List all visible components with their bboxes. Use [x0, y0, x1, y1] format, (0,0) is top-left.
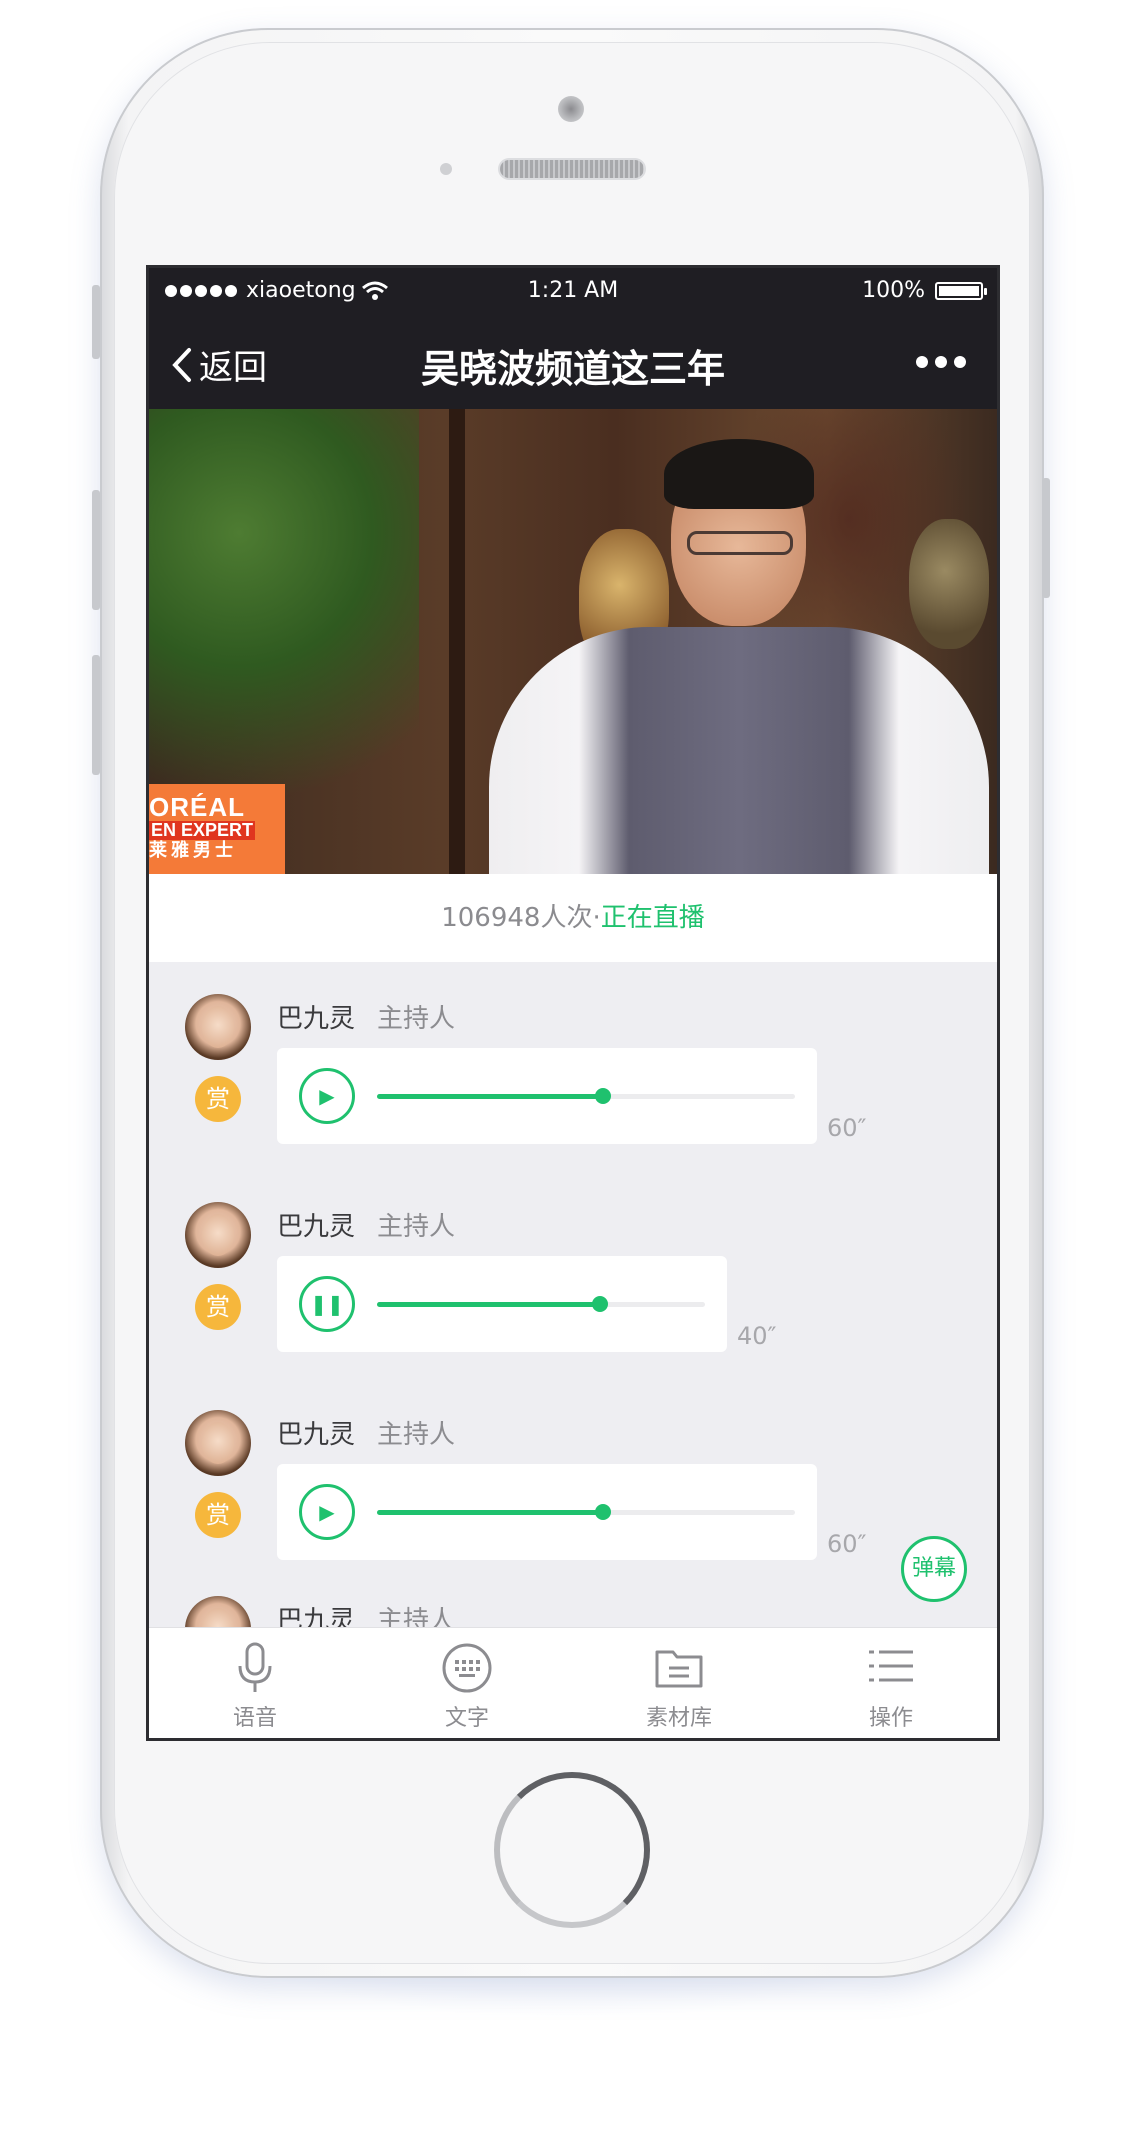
side-button-volume-up [92, 490, 100, 610]
front-camera [558, 96, 584, 122]
sponsor-sign: ORÉAL EN EXPERT 莱雅男士 [149, 784, 285, 874]
sender-name: 巴九灵 [277, 1212, 356, 1242]
view-count: 106948人次 [441, 903, 593, 933]
presenter-hair [664, 439, 814, 509]
audio-progress-knob[interactable] [595, 1088, 611, 1104]
audio-progress-knob[interactable] [595, 1504, 611, 1520]
tab-operations[interactable]: 操作 [785, 1628, 997, 1738]
audio-progress-fill [377, 1094, 603, 1099]
pause-icon[interactable]: ❚❚ [299, 1276, 355, 1332]
danmaku-button[interactable]: 弹幕 [901, 1536, 967, 1602]
video-shelf [449, 409, 465, 874]
audio-progress[interactable] [377, 1504, 795, 1520]
tab-label: 语音 [232, 1706, 277, 1731]
voice-message: 赏 巴九灵 主持人 ❚❚ 40″ [149, 1170, 997, 1378]
sender-role: 主持人 [377, 1420, 456, 1450]
presenter-body [489, 627, 989, 874]
sender-role: 主持人 [377, 1212, 456, 1242]
avatar[interactable] [185, 994, 251, 1060]
earpiece-speaker [500, 160, 644, 178]
tab-voice[interactable]: 语音 [149, 1628, 361, 1738]
voice-bubble[interactable]: ▶ [277, 1464, 817, 1560]
video-vase [909, 519, 989, 649]
audio-progress[interactable] [377, 1296, 705, 1312]
page-title: 吴晓波频道这三年 [420, 347, 725, 391]
voice-bubble[interactable]: ❚❚ [277, 1256, 727, 1352]
home-button[interactable] [494, 1772, 650, 1928]
audio-progress-fill [377, 1302, 600, 1307]
avatar[interactable] [185, 1202, 251, 1268]
view-count-bar: 106948人次·正在直播 [149, 874, 997, 962]
side-button-volume-down [92, 655, 100, 775]
play-icon[interactable]: ▶ [299, 1484, 355, 1540]
voice-message: 赏 巴九灵 主持人 ▶ 60″ [149, 1378, 997, 1586]
audio-progress-fill [377, 1510, 603, 1515]
presenter-glasses [687, 531, 793, 555]
voice-message: 赏 巴九灵 主持人 ▶ 60″ [149, 962, 997, 1170]
sender-role: 主持人 [377, 1004, 456, 1034]
message-feed[interactable]: 赏 巴九灵 主持人 ▶ 60″ 赏 巴九灵 主持人 ❚❚ 40″ 赏 巴九灵 主… [149, 962, 997, 1642]
phone-screen: xiaoetong 1:21 AM 100% 返回 吴晓波频道这三年 ORÉAL… [146, 265, 1000, 1741]
reward-button[interactable]: 赏 [195, 1284, 241, 1330]
voice-duration: 40″ [737, 1322, 777, 1350]
audio-progress[interactable] [377, 1088, 795, 1104]
voice-bubble[interactable]: ▶ [277, 1048, 817, 1144]
play-icon[interactable]: ▶ [299, 1068, 355, 1124]
separator-dot: · [592, 903, 601, 933]
side-button-mute [92, 285, 100, 359]
tab-label: 素材库 [645, 1706, 712, 1731]
avatar[interactable] [185, 1410, 251, 1476]
voice-duration: 60″ [827, 1530, 867, 1558]
list-icon [869, 1650, 913, 1682]
audio-progress-knob[interactable] [592, 1296, 608, 1312]
reward-button[interactable]: 赏 [195, 1492, 241, 1538]
status-bar: xiaoetong 1:21 AM 100% [149, 268, 997, 312]
tab-label: 文字 [444, 1706, 489, 1731]
bottom-tab-bar: 语音 文字 素材库 操作 [149, 1627, 997, 1738]
tab-text[interactable]: 文字 [361, 1628, 573, 1738]
microphone-icon [238, 1642, 272, 1692]
side-button-power [1042, 478, 1050, 598]
more-dots-icon[interactable] [915, 340, 967, 380]
live-video[interactable]: ORÉAL EN EXPERT 莱雅男士 [149, 409, 997, 874]
tab-library[interactable]: 素材库 [573, 1628, 785, 1738]
battery-percent: 100% [862, 278, 925, 303]
live-status: 正在直播 [600, 903, 705, 933]
battery-icon [935, 281, 987, 300]
keyboard-icon [442, 1643, 492, 1693]
tab-label: 操作 [868, 1706, 913, 1731]
folder-icon [655, 1650, 703, 1688]
proximity-sensor [440, 163, 452, 175]
status-right: 100% [862, 278, 987, 303]
reward-button[interactable]: 赏 [195, 1076, 241, 1122]
sender-name: 巴九灵 [277, 1420, 356, 1450]
voice-duration: 60″ [827, 1114, 867, 1142]
nav-bar: 返回 吴晓波频道这三年 [149, 312, 997, 409]
sender-name: 巴九灵 [277, 1004, 356, 1034]
